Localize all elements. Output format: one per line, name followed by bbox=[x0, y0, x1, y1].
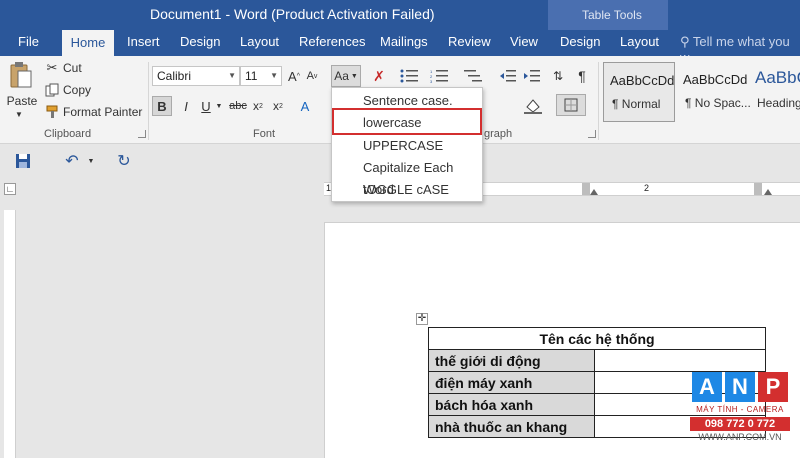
lightbulb-icon: ⚲ bbox=[680, 34, 690, 49]
tab-table-layout[interactable]: Layout bbox=[620, 34, 659, 49]
change-case-button[interactable]: Aa ▼ bbox=[331, 65, 361, 87]
logo-phone: 098 772 0 772 bbox=[690, 417, 790, 431]
font-size-value: 11 bbox=[245, 69, 258, 83]
window-title: Document1 - Word (Product Activation Fai… bbox=[150, 6, 435, 22]
change-case-label: Aa bbox=[334, 69, 349, 83]
style-preview: AaBbCcDd bbox=[610, 73, 675, 88]
style-normal[interactable]: AaBbCcDd ¶ Normal bbox=[603, 62, 675, 122]
table-cell[interactable]: điện máy xanh bbox=[428, 371, 595, 394]
chevron-down-icon[interactable]: ▼ bbox=[214, 96, 224, 116]
format-painter-icon[interactable] bbox=[44, 105, 60, 119]
tab-layout[interactable]: Layout bbox=[240, 34, 279, 49]
borders-icon[interactable] bbox=[556, 94, 586, 116]
style-name: ¶ No Spac... bbox=[685, 96, 751, 110]
tab-mailings[interactable]: Mailings bbox=[380, 34, 428, 49]
table-header-cell[interactable]: Tên các hệ thống bbox=[428, 327, 766, 350]
tab-file[interactable]: File bbox=[18, 34, 39, 49]
shrink-font-icon[interactable]: Av bbox=[304, 66, 320, 86]
font-name-combo[interactable]: Calibri ▼ bbox=[152, 66, 240, 86]
chevron-down-icon: ▼ bbox=[228, 71, 236, 80]
anp-logo: A N P MÁY TÍNH - CAMERA 098 772 0 772 WW… bbox=[690, 372, 790, 458]
svg-text:3: 3 bbox=[430, 79, 433, 83]
chevron-down-icon[interactable]: ▼ bbox=[86, 154, 96, 168]
table-cell[interactable]: thế giới di động bbox=[428, 349, 595, 372]
copy-button[interactable]: Copy bbox=[63, 83, 91, 97]
table-move-handle-icon[interactable]: ✛ bbox=[416, 313, 428, 325]
logo-letter: N bbox=[725, 372, 755, 402]
strikethrough-icon[interactable]: abc bbox=[228, 96, 248, 116]
menu-item-uppercase[interactable]: UPPERCASE bbox=[332, 135, 482, 157]
menu-item-capitalize-each-word[interactable]: Capitalize Each Word bbox=[332, 157, 482, 197]
paragraph-group-label: graph bbox=[484, 128, 513, 140]
clear-formatting-icon[interactable]: ✗ bbox=[370, 66, 388, 86]
style-preview: AaBbC bbox=[755, 68, 800, 87]
table-cell[interactable]: nhà thuốc an khang bbox=[428, 415, 595, 438]
tab-review[interactable]: Review bbox=[448, 34, 491, 49]
style-heading[interactable]: AaBbC Heading bbox=[749, 62, 800, 122]
show-formatting-marks-icon[interactable]: ¶ bbox=[574, 66, 590, 86]
table-header-row: Tên các hệ thống bbox=[428, 327, 766, 350]
logo-letter: A bbox=[692, 372, 722, 402]
tab-view[interactable]: View bbox=[510, 34, 538, 49]
clipboard-group-label: Clipboard bbox=[44, 128, 92, 140]
menu-item-sentence-case[interactable]: Sentence case. bbox=[332, 90, 482, 112]
table-tools-label: Table Tools bbox=[582, 8, 642, 22]
subscript-icon[interactable]: x2 bbox=[250, 96, 266, 116]
cut-icon[interactable]: ✂ bbox=[44, 60, 60, 75]
copy-icon[interactable] bbox=[44, 83, 60, 97]
paste-dropdown-icon[interactable]: ▼ bbox=[14, 110, 24, 119]
menu-item-toggle-case[interactable]: tOGGLE cASE bbox=[332, 179, 482, 201]
cut-button[interactable]: Cut bbox=[63, 61, 82, 75]
paste-icon[interactable] bbox=[8, 60, 34, 90]
underline-icon[interactable]: U bbox=[198, 96, 214, 116]
multilevel-list-icon[interactable] bbox=[462, 66, 484, 86]
undo-icon[interactable]: ↶ bbox=[62, 152, 82, 170]
logo-tagline: MÁY TÍNH - CAMERA bbox=[696, 405, 784, 414]
bullets-icon[interactable] bbox=[398, 66, 420, 86]
style-name: Heading bbox=[757, 96, 800, 110]
group-divider bbox=[148, 62, 149, 140]
numbering-icon[interactable]: 123 bbox=[428, 66, 450, 86]
font-group-label: Font bbox=[253, 128, 276, 140]
tab-insert[interactable]: Insert bbox=[127, 34, 160, 49]
tab-home[interactable]: Home bbox=[62, 30, 114, 56]
italic-icon[interactable]: I bbox=[178, 96, 194, 116]
grow-font-icon[interactable]: A ^ bbox=[286, 66, 302, 86]
tab-design[interactable]: Design bbox=[180, 34, 220, 49]
logo-letter: P bbox=[758, 372, 788, 402]
vertical-ruler[interactable] bbox=[4, 210, 16, 458]
tab-references[interactable]: References bbox=[299, 34, 365, 49]
ruler-mark: 2 bbox=[644, 183, 650, 193]
paragraph-launcher-icon[interactable] bbox=[588, 130, 596, 138]
table-cell[interactable]: bách hóa xanh bbox=[428, 393, 595, 416]
tab-selector-icon[interactable]: ∟ bbox=[4, 183, 16, 195]
style-preview: AaBbCcDd bbox=[683, 72, 748, 87]
text-effects-icon[interactable]: A bbox=[296, 96, 314, 116]
bold-icon[interactable]: B bbox=[152, 96, 172, 116]
tab-table-design[interactable]: Design bbox=[560, 34, 600, 49]
clipboard-launcher-icon[interactable] bbox=[138, 130, 146, 138]
increase-indent-icon[interactable] bbox=[522, 66, 542, 86]
logo-website: WWW.ANP.COM.VN bbox=[698, 432, 782, 442]
style-no-spacing[interactable]: AaBbCcDd ¶ No Spac... bbox=[677, 62, 751, 122]
superscript-icon[interactable]: x2 bbox=[270, 96, 286, 116]
save-icon[interactable] bbox=[14, 152, 32, 170]
font-size-combo[interactable]: 11 ▼ bbox=[240, 66, 282, 86]
shading-icon[interactable] bbox=[522, 96, 544, 116]
change-case-menu: Sentence case. lowercase UPPERCASE Capit… bbox=[331, 87, 483, 202]
menu-item-lowercase[interactable]: lowercase bbox=[332, 112, 482, 134]
font-name-value: Calibri bbox=[157, 69, 192, 83]
chevron-down-icon: ▼ bbox=[270, 71, 278, 80]
chevron-down-icon: ▼ bbox=[350, 72, 358, 80]
table-cell-empty[interactable] bbox=[594, 349, 766, 372]
redo-icon[interactable]: ↻ bbox=[114, 152, 134, 170]
table-row: thế giới di động bbox=[428, 349, 766, 372]
group-divider bbox=[598, 62, 599, 140]
paste-button[interactable]: Paste bbox=[7, 94, 38, 108]
sort-icon[interactable]: ⇅ bbox=[550, 66, 566, 86]
style-name: ¶ Normal bbox=[612, 97, 661, 111]
format-painter-button[interactable]: Format Painter bbox=[63, 105, 142, 119]
decrease-indent-icon[interactable] bbox=[498, 66, 518, 86]
